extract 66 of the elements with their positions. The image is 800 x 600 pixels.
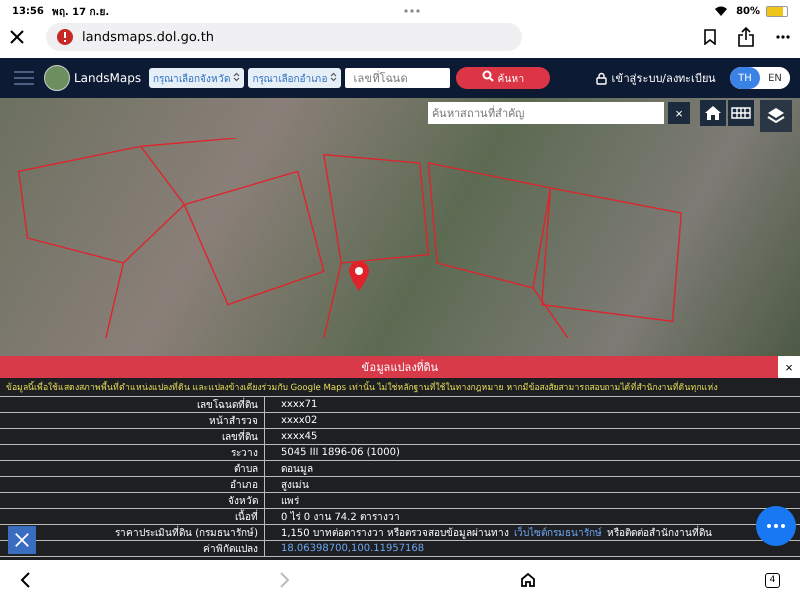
emblem-icon	[44, 65, 70, 91]
treasury-website-link[interactable]: เว็บไซต์กรมธนารักษ์	[514, 525, 602, 540]
more-icon[interactable]	[776, 35, 790, 39]
search-icon	[482, 70, 494, 82]
district-select[interactable]: กรุณาเลือกอำเภอ	[248, 68, 342, 88]
date-text: พฤ. 17 ก.ย.	[52, 6, 110, 18]
dropdown-chevron-icon	[233, 72, 240, 82]
field-label: ระวาง	[231, 447, 258, 460]
house-icon	[704, 105, 722, 121]
lock-icon	[596, 72, 608, 84]
field-value: สูงเม่น	[281, 479, 309, 492]
field-label: อำเภอ	[230, 478, 258, 492]
brand-name[interactable]: LandsMaps	[74, 71, 142, 85]
field-value: ดอนมูล	[281, 463, 313, 476]
login-link[interactable]: เข้าสู่ระบบ/ลงทะเบียน	[611, 69, 716, 87]
more-actions-button[interactable]	[756, 506, 796, 546]
field-label: เลขที่ดิน	[222, 429, 258, 444]
field-value: 1,150 บาทต่อตารางวา หรือตรวจสอบข้อมูลผ่านทาง	[281, 526, 509, 540]
wifi-icon	[714, 6, 728, 16]
back-icon[interactable]	[20, 572, 30, 588]
field-value: 0 ไร่ 0 งาน 74.2 ตารางวา	[281, 510, 400, 524]
crossed-tools-icon	[14, 531, 30, 549]
field-label: ค่าพิกัดแปลง	[203, 543, 258, 556]
field-value: xxxx02	[281, 415, 318, 426]
battery-percent: 80%	[736, 6, 760, 16]
address-bar[interactable]: landsmaps.dol.go.th	[46, 23, 522, 51]
tab-count-button[interactable]: 4	[765, 572, 780, 588]
battery-icon	[766, 6, 788, 16]
layers-button[interactable]	[760, 100, 792, 132]
field-label: เลขโฉนดที่ดิน	[197, 397, 258, 412]
deed-number-field[interactable]: เลขที่โฉนด	[345, 68, 450, 88]
dropdown-chevron-icon	[330, 72, 338, 82]
disclaimer-text: ข้อมูลนี้เพื่อใช้แสดงสภาพพื้นที่ตำแหน่งแปลงที่ดิน และแปลงข้างเคียงร่วมกับ Google Maps เท่านั้น ไม่ใช่หลักฐานที่ใช้ในทางกฎหมาย หากมีข้อสงสัยสามารถสอบถามได้ที่สำนักงานที่ดินทุกแห่ง	[0, 378, 800, 397]
bookmark-icon[interactable]	[704, 29, 716, 45]
field-label: ตำบล	[234, 462, 258, 476]
coordinates-link[interactable]: 18.06398700,100.11957168	[281, 543, 424, 554]
field-value: แพร่	[281, 495, 299, 508]
language-tab[interactable]: TH	[730, 67, 760, 89]
field-label: จังหวัด	[228, 495, 258, 508]
drawing-tools-button[interactable]	[8, 526, 36, 554]
field-label: เนื้อที่	[235, 509, 258, 524]
panel-title: ข้อมูลแปลงที่ดิน	[362, 358, 438, 376]
field-value: xxxx45	[281, 431, 318, 442]
place-search-field[interactable]: ค้นหาสถานที่สำคัญ	[428, 102, 664, 124]
share-icon[interactable]	[738, 27, 754, 47]
home-button[interactable]	[700, 100, 726, 126]
search-button[interactable]: ค้นหา	[456, 67, 550, 89]
field-value: xxxx71	[281, 399, 318, 410]
field-label: ราคาประเมินที่ดิน (กรมธนารักษ์)	[115, 525, 258, 540]
grid-icon	[731, 107, 751, 119]
field-value: 5045 III 1896-06 (1000)	[281, 447, 400, 458]
clear-search-button[interactable]: ×	[668, 102, 690, 124]
close-panel-button[interactable]: ×	[778, 356, 800, 378]
grid-button[interactable]	[728, 100, 754, 126]
field-label: หน้าสำรวจ	[209, 414, 258, 428]
province-select[interactable]: กรุณาเลือกจังหวัด	[149, 68, 244, 88]
menu-icon[interactable]	[14, 71, 34, 85]
close-icon[interactable]	[10, 30, 24, 44]
warning-icon	[56, 28, 74, 46]
location-pin-icon	[348, 260, 370, 292]
more-dots-icon	[404, 9, 420, 13]
layers-icon	[767, 107, 785, 125]
more-dots-icon	[767, 524, 785, 528]
clock-time: 13:56	[12, 6, 44, 16]
home-icon[interactable]	[520, 572, 536, 588]
field-value: หรือติดต่อสำนักงานที่ดิน	[607, 525, 712, 540]
